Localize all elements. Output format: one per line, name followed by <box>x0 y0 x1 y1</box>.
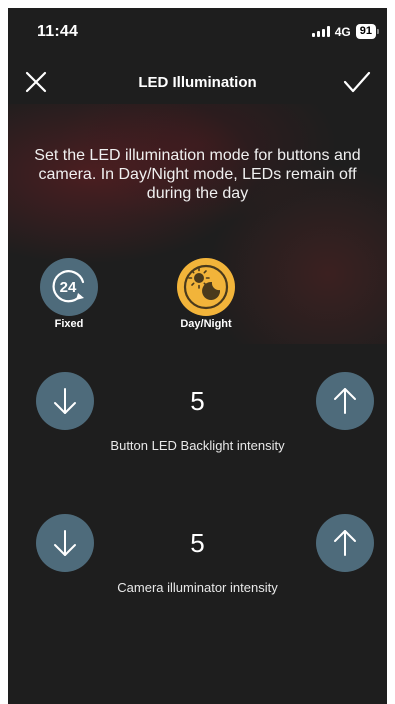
page-title: LED Illumination <box>138 74 257 91</box>
signal-icon <box>311 26 330 37</box>
app-screen: 11:44 4G 91 LED Illumination Set the LED… <box>8 8 387 704</box>
24-hour-icon: 24 <box>40 258 98 316</box>
status-indicators: 4G 91 <box>311 24 379 39</box>
arrow-up-icon <box>334 388 356 414</box>
arrow-up-icon <box>334 530 356 556</box>
camera-illuminator-intensity-stepper: 5 Camera illuminator intensity <box>8 514 387 604</box>
button-led-increase-button[interactable] <box>316 372 374 430</box>
navigation-bar: LED Illumination <box>8 58 387 102</box>
battery-icon: 91 <box>355 24 376 39</box>
mode-fixed-option[interactable]: 24 Fixed <box>37 258 101 330</box>
status-time: 11:44 <box>37 23 79 40</box>
day-night-icon <box>177 258 235 316</box>
camera-illuminator-increase-button[interactable] <box>316 514 374 572</box>
status-bar: 11:44 4G 91 <box>8 8 387 54</box>
mode-day-night-label: Day/Night <box>180 318 232 330</box>
checkmark-icon[interactable] <box>343 70 371 94</box>
button-led-intensity-stepper: 5 Button LED Backlight intensity <box>8 372 387 462</box>
camera-illuminator-caption: Camera illuminator intensity <box>117 580 278 595</box>
description-text: Set the LED illumination mode for button… <box>34 147 361 202</box>
svg-text:24: 24 <box>60 279 77 296</box>
network-type: 4G <box>334 24 351 39</box>
mode-fixed-label: Fixed <box>54 318 84 330</box>
mode-day-night-option[interactable]: Day/Night <box>174 258 238 330</box>
battery-tip <box>377 29 379 34</box>
button-led-caption: Button LED Backlight intensity <box>110 438 285 453</box>
